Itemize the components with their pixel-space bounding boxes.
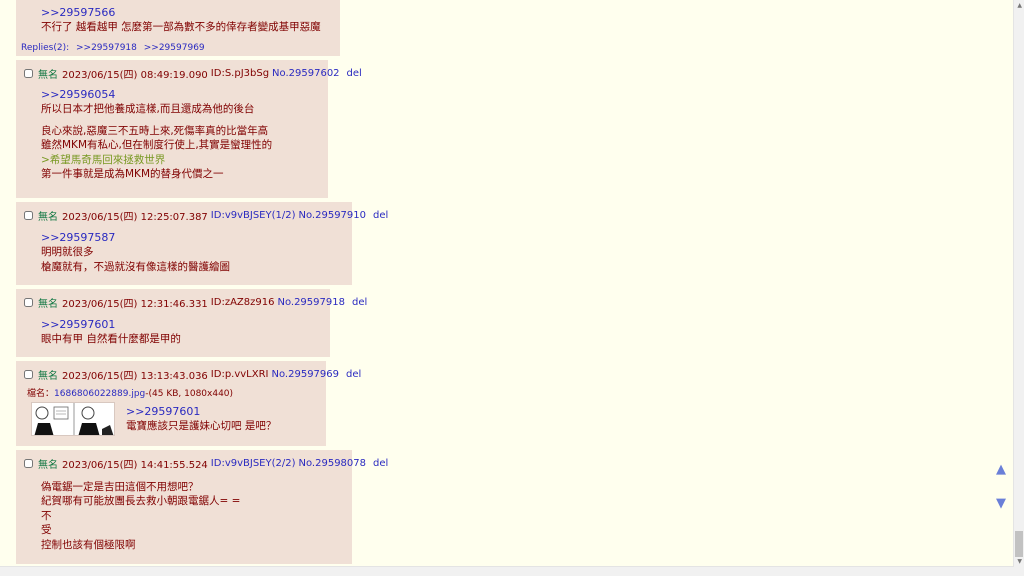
horizontal-scrollbar[interactable] — [0, 566, 1014, 576]
post-select-checkbox[interactable] — [24, 210, 33, 220]
scroll-to-top-button[interactable]: ▲ — [996, 462, 1006, 477]
post-text-line: 第一件事就是成為MKM的替身代價之一 — [41, 167, 224, 180]
post-text-line: 紀賀哪有可能放團長去救小朝跟電鋸人= = — [41, 495, 241, 508]
post-body: >>29597566 不行了 越看越甲 怎麼第一部為數不多的倖存者變成基甲惡魔 — [41, 6, 321, 35]
post-number-link[interactable]: No.29598078 — [299, 458, 367, 469]
reply-post-29597918-parent: >>29597566 不行了 越看越甲 怎麼第一部為數不多的倖存者變成基甲惡魔 … — [16, 0, 340, 56]
post-date: 2023/06/15(四) 12:25:07.387 — [62, 211, 208, 223]
post-header: 無名 2023/06/15(四) 14:41:55.524 ID:v9vBJSE… — [24, 456, 388, 471]
post-text-line: 控制也該有個極限啊 — [41, 538, 136, 551]
replies-label: Replies(2): — [21, 43, 70, 53]
file-name-link[interactable]: 1686806022889.jpg — [54, 389, 145, 399]
quote-link[interactable]: >>29597566 — [41, 6, 115, 19]
post-text-line: 雖然MKM有私心,但在制度行使上,其實是蠻理性的 — [41, 139, 273, 152]
post-date: 2023/06/15(四) 14:41:55.524 — [62, 459, 208, 471]
reply-post: 無名 2023/06/15(四) 13:13:43.036 ID:p.vvLXR… — [16, 361, 361, 446]
poster-name: 無名 — [38, 211, 58, 223]
post-text-line: 受 — [41, 524, 52, 537]
quote-link[interactable]: >>29597601 — [41, 318, 115, 331]
post-body: >>29597601 電寶應該只是護妹心切吧 是吧？ — [126, 405, 276, 434]
post-body: >>29597601 眼中有甲 自然看什麼都是甲的 — [41, 318, 181, 347]
post-number-link[interactable]: No.29597969 — [272, 369, 340, 380]
quote-link[interactable]: >>29596054 — [41, 88, 115, 101]
post-header: 無名 2023/06/15(四) 08:49:19.090 ID:S.pJ3bS… — [24, 66, 362, 81]
post-header: 無名 2023/06/15(四) 12:31:46.331 ID:zAZ8z91… — [24, 295, 367, 310]
poster-id: ID:S.pJ3bSg — [210, 67, 270, 79]
post-date: 2023/06/15(四) 12:31:46.331 — [62, 298, 208, 310]
replies-list: Replies(2): >>29597918 >>29597969 — [21, 43, 205, 53]
poster-id-link[interactable]: ID:v9vBJSEY(2/2) — [211, 458, 296, 469]
post-text-line: 明明就很多 — [41, 246, 94, 259]
post-text-line: 偽電鋸一定是吉田這個不用想吧？ — [41, 481, 199, 493]
post-text-line: 所以日本才把他養成這樣,而且還成為他的後台 — [41, 103, 255, 116]
file-label: 檔名： — [27, 389, 55, 399]
file-meta: -(45 KB, 1080x440) — [145, 389, 234, 399]
reply-post: 無名 2023/06/15(四) 12:31:46.331 ID:zAZ8z91… — [16, 289, 367, 357]
post-body: >>29596054 所以日本才把他養成這樣,而且還成為他的後台 良心來說,惡魔… — [41, 88, 272, 181]
post-body: 偽電鋸一定是吉田這個不用想吧？ 紀賀哪有可能放團長去救小朝跟電鋸人= = 不 受… — [41, 480, 240, 552]
quote-link[interactable]: >>29597587 — [41, 231, 115, 244]
post-text-line: 槍魔就有，不過就沒有像這樣的醫護繪圖 — [41, 260, 230, 273]
post-text-line: 電寶應該只是護妹心切吧 是吧？ — [126, 420, 277, 433]
poster-id: ID:zAZ8z916 — [210, 296, 275, 308]
reply-post: 無名 2023/06/15(四) 08:49:19.090 ID:S.pJ3bS… — [16, 60, 362, 198]
poster-name: 無名 — [38, 459, 58, 471]
post-text-line: 不行了 越看越甲 怎麼第一部為數不多的倖存者變成基甲惡魔 — [41, 21, 321, 34]
poster-id-link[interactable]: ID:v9vBJSEY(1/2) — [211, 210, 296, 221]
post-date: 2023/06/15(四) 08:49:19.090 — [62, 69, 208, 81]
post-number-link[interactable]: No.29597918 — [277, 297, 345, 308]
poster-name: 無名 — [38, 298, 58, 310]
delete-link[interactable]: del — [373, 458, 388, 469]
poster-name: 無名 — [38, 370, 58, 382]
post-text-line: 不 — [41, 509, 52, 522]
post-number-link[interactable]: No.29597602 — [272, 68, 340, 79]
delete-link[interactable]: del — [346, 369, 361, 380]
post-text-line: 眼中有甲 自然看什麼都是甲的 — [41, 333, 181, 346]
post-select-checkbox[interactable] — [24, 297, 33, 307]
post-header: 無名 2023/06/15(四) 13:13:43.036 ID:p.vvLXR… — [24, 367, 361, 382]
scrollbar-down-arrow-icon[interactable]: ▼ — [1017, 558, 1022, 565]
poster-id: ID:p.vvLXRI — [210, 368, 269, 380]
reply-link[interactable]: >>29597918 — [76, 43, 137, 53]
quote-link[interactable]: >>29597601 — [126, 405, 200, 418]
reply-post: 無名 2023/06/15(四) 14:41:55.524 ID:v9vBJSE… — [16, 450, 388, 564]
post-body: >>29597587 明明就很多 槍魔就有，不過就沒有像這樣的醫護繪圖 — [41, 231, 230, 274]
poster-name: 無名 — [38, 69, 58, 81]
delete-link[interactable]: del — [347, 68, 362, 79]
scroll-to-bottom-button[interactable]: ▼ — [996, 496, 1006, 511]
post-text-line: 良心來說,惡魔三不五時上來,死傷率真的比當年高 — [41, 124, 269, 137]
file-info: 檔名：1686806022889.jpg-(45 KB, 1080x440) — [27, 386, 233, 399]
reply-post: 無名 2023/06/15(四) 12:25:07.387 ID:v9vBJSE… — [16, 202, 388, 285]
delete-link[interactable]: del — [352, 297, 367, 308]
post-header: 無名 2023/06/15(四) 12:25:07.387 ID:v9vBJSE… — [24, 208, 388, 223]
scrollbar-thumb[interactable] — [1015, 531, 1023, 557]
scrollbar-up-arrow-icon[interactable]: ▲ — [1017, 2, 1022, 9]
post-select-checkbox[interactable] — [24, 458, 33, 468]
delete-link[interactable]: del — [373, 210, 388, 221]
post-select-checkbox[interactable] — [24, 68, 33, 78]
post-number-link[interactable]: No.29597910 — [299, 210, 367, 221]
post-select-checkbox[interactable] — [24, 369, 33, 379]
vertical-scrollbar[interactable]: ▲ ▼ — [1013, 0, 1024, 576]
reply-link[interactable]: >>29597969 — [144, 43, 205, 53]
greentext-line: >希望馬奇馬回來拯救世界 — [41, 153, 166, 166]
post-image-thumbnail[interactable] — [31, 402, 115, 436]
post-date: 2023/06/15(四) 13:13:43.036 — [62, 370, 208, 382]
